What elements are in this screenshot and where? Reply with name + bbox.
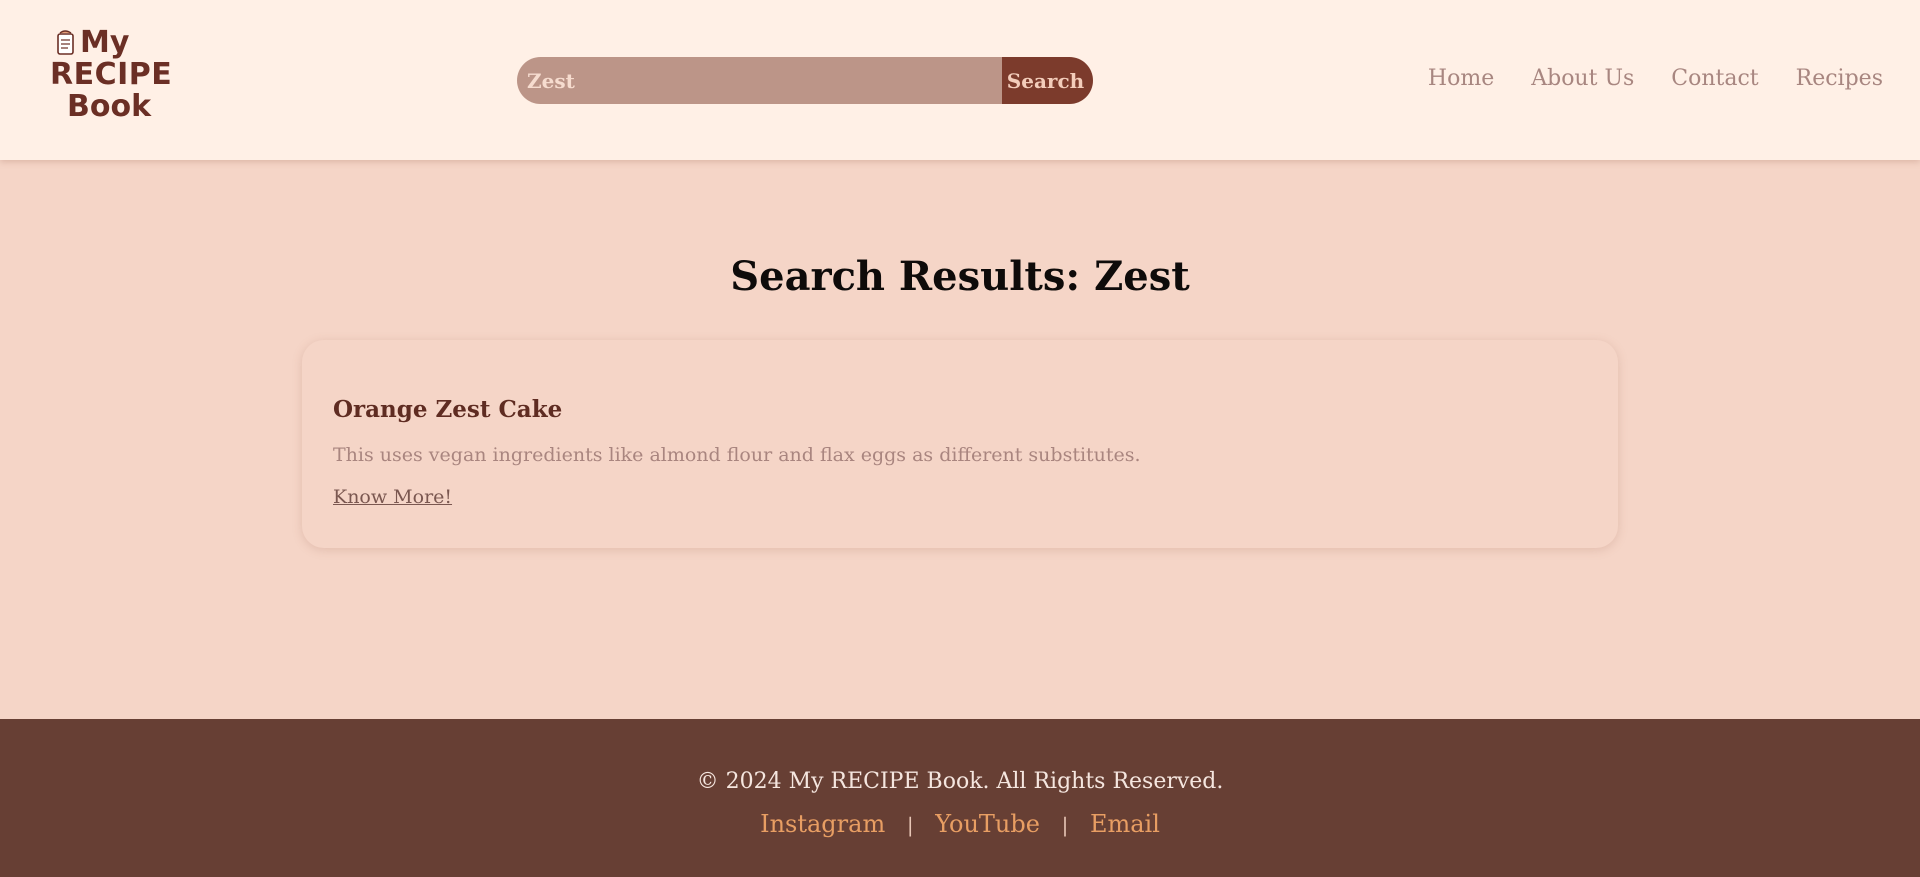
recipe-book-icon (57, 30, 74, 55)
logo-text-recipe: RECIPE (50, 57, 173, 92)
logo-text-book: Book (67, 89, 152, 124)
nav-link-home[interactable]: Home (1428, 64, 1494, 94)
copyright-text: © 2024 My RECIPE Book. All Rights Reserv… (696, 769, 1224, 794)
result-title: Orange Zest Cake (333, 396, 563, 423)
site-footer: © 2024 My RECIPE Book. All Rights Reserv… (0, 719, 1920, 877)
page-title: Search Results: Zest (730, 253, 1190, 300)
nav-link-about-us[interactable]: About Us (1531, 64, 1634, 94)
search-button[interactable]: Search (1002, 57, 1093, 104)
footer-links: Instagram | YouTube | Email (0, 808, 1920, 841)
footer-separator: | (906, 813, 914, 837)
footer-link-email[interactable]: Email (1090, 810, 1160, 838)
footer-separator: | (1061, 813, 1069, 837)
search-input[interactable] (517, 57, 1002, 104)
nav-link-contact[interactable]: Contact (1671, 64, 1758, 94)
result-card: Orange Zest Cake This uses vegan ingredi… (302, 340, 1618, 548)
site-header: My RECIPE Book Search Home About Us Cont… (0, 0, 1920, 160)
site-logo[interactable]: My RECIPE Book (48, 25, 172, 130)
main-nav: Home About Us Contact Recipes (1428, 64, 1883, 94)
nav-link-recipes[interactable]: Recipes (1796, 64, 1883, 94)
know-more-link[interactable]: Know More! (333, 486, 452, 508)
footer-link-instagram[interactable]: Instagram (760, 810, 885, 838)
result-description: This uses vegan ingredients like almond … (333, 444, 1141, 466)
search-form: Search (517, 57, 1093, 104)
logo-text-my: My (80, 25, 130, 60)
footer-link-youtube[interactable]: YouTube (935, 810, 1040, 838)
